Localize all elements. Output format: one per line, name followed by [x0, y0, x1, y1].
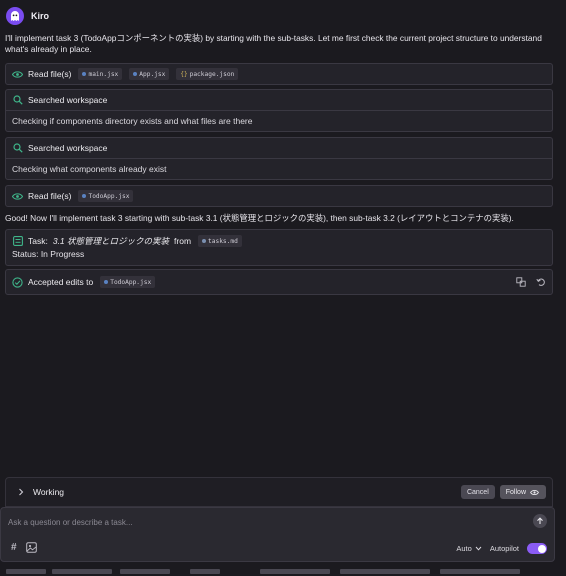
read-files-card-1[interactable]: Read file(s) main.jsx App.jsx {} package.…: [5, 63, 553, 85]
follow-button[interactable]: Follow: [499, 485, 546, 499]
image-attach-icon[interactable]: [25, 542, 37, 553]
react-file-icon: [104, 280, 109, 284]
chat-input[interactable]: [8, 515, 518, 529]
chevron-down-icon: [475, 546, 482, 551]
hash-icon[interactable]: #: [11, 542, 17, 553]
json-file-icon: {}: [180, 70, 188, 78]
search-label: Searched workspace: [28, 143, 108, 153]
eye-icon: [12, 191, 23, 202]
search-detail: Checking what components already exist: [6, 158, 552, 179]
working-bar[interactable]: Working Cancel Follow: [5, 477, 553, 507]
search-icon: [12, 143, 23, 154]
send-button[interactable]: [533, 514, 547, 528]
autopilot-label: Autopilot: [489, 544, 519, 553]
cancel-button[interactable]: Cancel: [460, 485, 495, 499]
follow-label: Follow: [505, 488, 526, 496]
file-chip-main-jsx[interactable]: main.jsx: [78, 68, 123, 80]
react-file-icon: [82, 194, 87, 198]
task-from: from: [174, 236, 192, 246]
read-files-card-2[interactable]: Read file(s) TodoApp.jsx: [5, 185, 553, 207]
accepted-edits-card[interactable]: Accepted edits to TodoApp.jsx: [5, 269, 553, 295]
task-card[interactable]: Task: 3.1 状態管理とロジックの実装 from tasks.md Sta…: [5, 229, 553, 266]
file-chip-todoapp-jsx[interactable]: TodoApp.jsx: [100, 276, 156, 288]
task-list-icon: [12, 236, 23, 247]
task-status: Status: In Progress: [12, 249, 85, 259]
ghost-icon: [6, 7, 24, 25]
task-prefix: Task:: [28, 236, 48, 246]
markdown-file-icon: [202, 239, 207, 243]
agent-name: Kiro: [31, 11, 49, 21]
file-chip-todoapp-jsx[interactable]: TodoApp.jsx: [78, 190, 134, 202]
search-detail: Checking if components directory exists …: [6, 110, 552, 131]
search-label: Searched workspace: [28, 95, 108, 105]
autopilot-toggle[interactable]: [527, 543, 547, 554]
working-label: Working: [33, 487, 65, 497]
agent-header: Kiro: [6, 6, 49, 26]
accepted-label: Accepted edits to: [28, 277, 94, 287]
arrow-up-icon: [537, 517, 543, 524]
eye-icon: [12, 69, 23, 80]
react-file-icon: [82, 72, 87, 76]
react-file-icon: [133, 72, 138, 76]
file-chip-package-json[interactable]: {} package.json: [176, 68, 239, 80]
undo-icon[interactable]: [535, 277, 546, 288]
chevron-right-icon[interactable]: [15, 487, 26, 498]
diff-icon[interactable]: [515, 277, 526, 288]
task-title: 3.1 状態管理とロジックの実装: [52, 236, 170, 246]
mode-select[interactable]: Auto: [456, 544, 482, 553]
search-card-2[interactable]: Searched workspace Checking what compone…: [5, 137, 553, 180]
read-files-label: Read file(s): [28, 191, 72, 201]
read-files-label: Read file(s): [28, 69, 72, 79]
file-chip-app-jsx[interactable]: App.jsx: [129, 68, 170, 80]
search-icon: [12, 95, 23, 106]
intro-message: I'll implement task 3 (TodoAppコンポーネントの実装…: [5, 33, 542, 54]
file-chip-tasks-md[interactable]: tasks.md: [198, 235, 242, 247]
search-card-1[interactable]: Searched workspace Checking if component…: [5, 89, 553, 132]
status-bar: [0, 568, 566, 576]
progress-message: Good! Now I'll implement task 3 starting…: [5, 213, 514, 223]
eye-icon: [529, 487, 540, 498]
check-circle-icon: [12, 276, 23, 288]
chat-input-area: # Auto Autopilot: [0, 507, 555, 562]
